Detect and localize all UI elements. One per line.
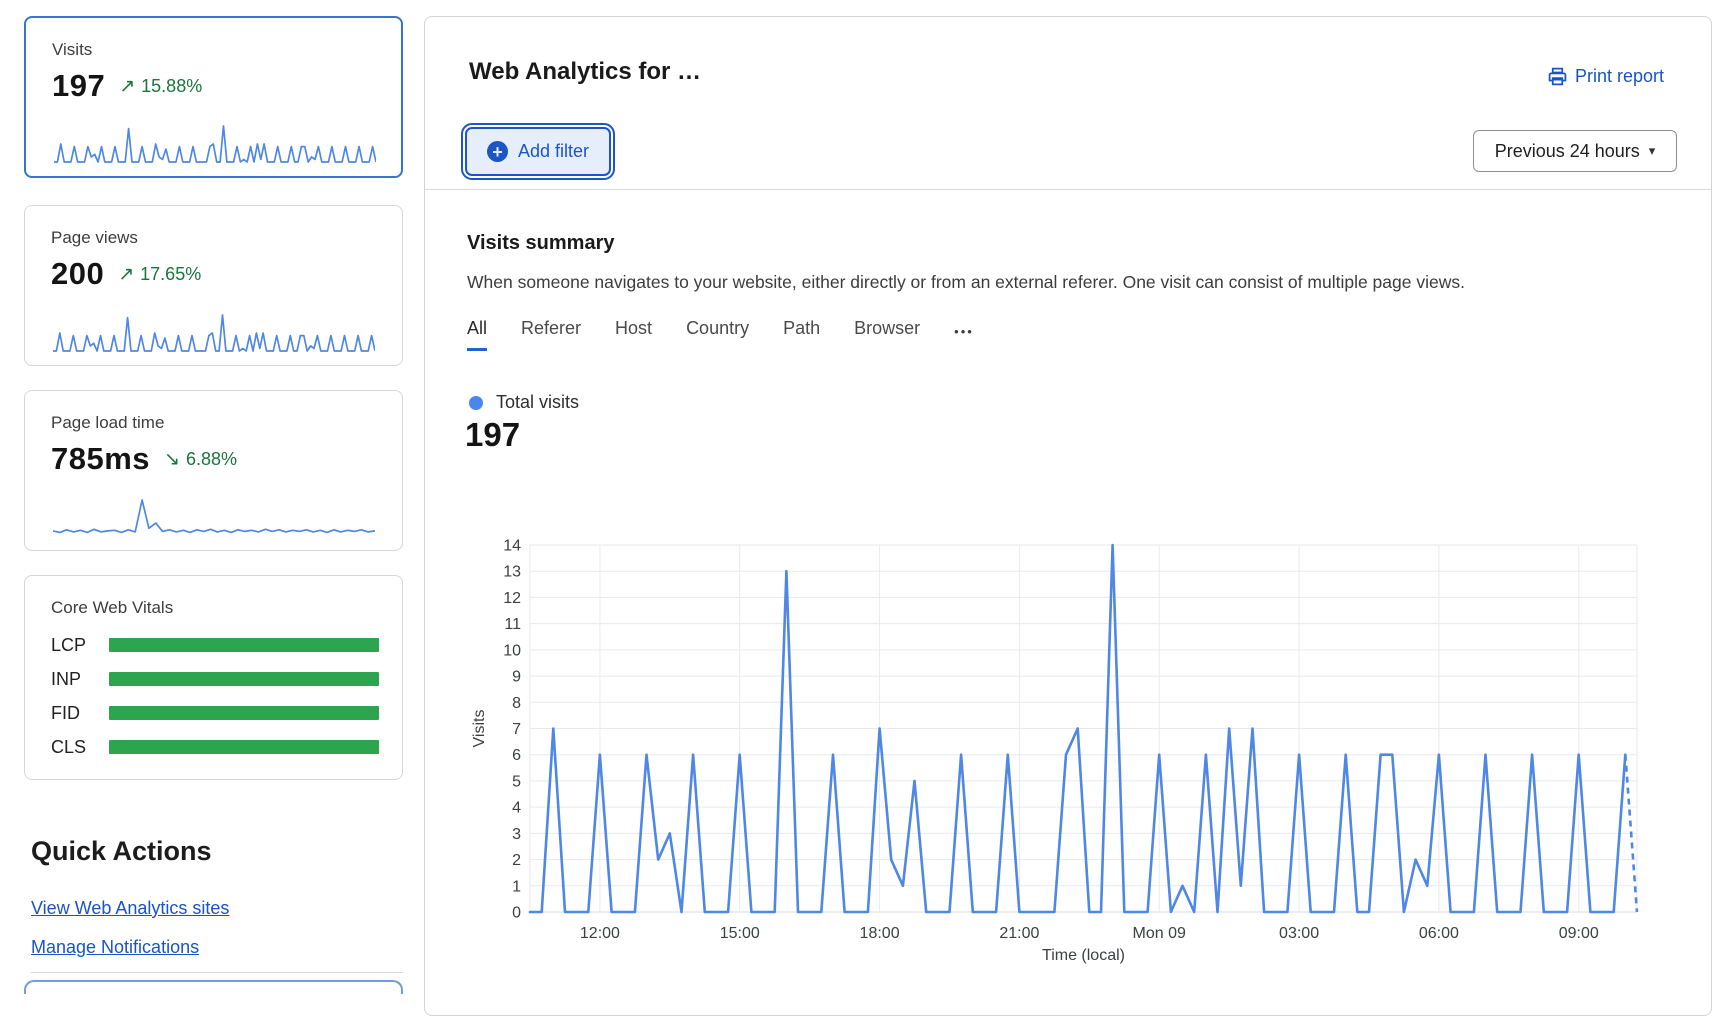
cwv-metric-label: LCP [51, 635, 109, 656]
svg-text:06:00: 06:00 [1419, 925, 1459, 942]
visits-summary-title: Visits summary [467, 232, 615, 255]
metric-label: Visits [52, 40, 92, 60]
metric-label: Page views [51, 228, 138, 248]
load-time-sparkline [53, 496, 375, 538]
cwv-metric-label: CLS [51, 737, 109, 758]
add-filter-button[interactable]: + Add filter [465, 127, 611, 176]
svg-text:5: 5 [512, 773, 521, 790]
legend-label: Total visits [496, 392, 579, 413]
trend-down-icon: ↘ [164, 448, 180, 470]
cwv-metric-label: INP [51, 669, 109, 690]
metric-delta: ↘ 6.88% [164, 448, 237, 470]
print-report-link[interactable]: Print report [1548, 66, 1664, 87]
trend-up-icon: ↗ [119, 75, 135, 97]
svg-text:Visits: Visits [471, 710, 488, 748]
plus-icon: + [487, 141, 508, 162]
metric-value: 197 [52, 68, 105, 104]
metric-label: Page load time [51, 413, 164, 433]
svg-text:Time (local): Time (local) [1042, 947, 1125, 964]
svg-text:12:00: 12:00 [580, 925, 620, 942]
svg-text:0: 0 [512, 905, 521, 922]
dimension-tabs: All Referer Host Country Path Browser ••• [467, 318, 974, 351]
divider [425, 189, 1711, 190]
svg-text:03:00: 03:00 [1279, 925, 1319, 942]
cwv-row-cls: CLS [51, 737, 379, 757]
metric-delta: ↗ 15.88% [119, 75, 202, 97]
cwv-row-lcp: LCP [51, 635, 379, 655]
trend-up-icon: ↗ [118, 263, 134, 285]
tab-country[interactable]: Country [686, 318, 749, 351]
svg-text:6: 6 [512, 747, 521, 764]
partially-visible-card[interactable] [24, 980, 403, 994]
svg-text:8: 8 [512, 695, 521, 712]
svg-text:09:00: 09:00 [1559, 925, 1599, 942]
cwv-good-bar [109, 638, 379, 652]
page-views-sparkline [53, 311, 375, 353]
chevron-down-icon: ▾ [1649, 143, 1656, 159]
cwv-good-bar [109, 740, 379, 754]
svg-text:3: 3 [512, 826, 521, 843]
metric-card-page-views[interactable]: Page views 200 ↗ 17.65% [24, 205, 403, 366]
series-dot-icon [469, 396, 483, 410]
tab-all[interactable]: All [467, 318, 487, 351]
metric-value: 785ms [51, 441, 150, 477]
more-tabs-icon[interactable]: ••• [954, 324, 974, 351]
svg-text:10: 10 [503, 642, 521, 659]
metric-value: 200 [51, 256, 104, 292]
svg-text:21:00: 21:00 [999, 925, 1039, 942]
core-web-vitals-card[interactable]: Core Web Vitals LCP INP FID CLS [24, 575, 403, 780]
cwv-row-fid: FID [51, 703, 379, 723]
tab-referer[interactable]: Referer [521, 318, 581, 351]
cwv-metric-label: FID [51, 703, 109, 724]
time-range-dropdown[interactable]: Previous 24 hours ▾ [1473, 130, 1677, 172]
svg-text:9: 9 [512, 669, 521, 686]
quick-actions-title: Quick Actions [31, 836, 212, 867]
svg-text:15:00: 15:00 [720, 925, 760, 942]
svg-text:18:00: 18:00 [860, 925, 900, 942]
divider [31, 972, 403, 973]
tab-path[interactable]: Path [783, 318, 820, 351]
metric-delta: ↗ 17.65% [118, 263, 201, 285]
quick-action-link-1[interactable]: View Web Analytics sites [31, 898, 229, 919]
svg-text:11: 11 [504, 616, 521, 633]
cwv-title: Core Web Vitals [51, 598, 173, 618]
visits-line-chart: 0123456789101112131412:0015:0018:0021:00… [424, 480, 1712, 985]
svg-text:13: 13 [503, 564, 521, 581]
metric-card-visits[interactable]: Visits 197 ↗ 15.88% [24, 16, 403, 178]
svg-text:2: 2 [512, 852, 521, 869]
svg-text:1: 1 [512, 878, 521, 895]
chart-legend: Total visits [469, 392, 579, 413]
visits-summary-description: When someone navigates to your website, … [467, 272, 1465, 293]
visits-sparkline [54, 122, 376, 164]
tab-host[interactable]: Host [615, 318, 652, 351]
svg-text:14: 14 [503, 538, 521, 555]
cwv-good-bar [109, 706, 379, 720]
svg-text:7: 7 [512, 721, 521, 738]
page-title: Web Analytics for … [469, 58, 701, 86]
total-visits-value: 197 [465, 416, 520, 454]
metric-card-page-load-time[interactable]: Page load time 785ms ↘ 6.88% [24, 390, 403, 551]
cwv-good-bar [109, 672, 379, 686]
tab-browser[interactable]: Browser [854, 318, 920, 351]
svg-text:4: 4 [512, 800, 521, 817]
cwv-row-inp: INP [51, 669, 379, 689]
quick-action-link-2[interactable]: Manage Notifications [31, 937, 199, 958]
printer-icon [1548, 67, 1567, 86]
svg-text:Mon 09: Mon 09 [1133, 925, 1186, 942]
svg-text:12: 12 [503, 590, 521, 607]
